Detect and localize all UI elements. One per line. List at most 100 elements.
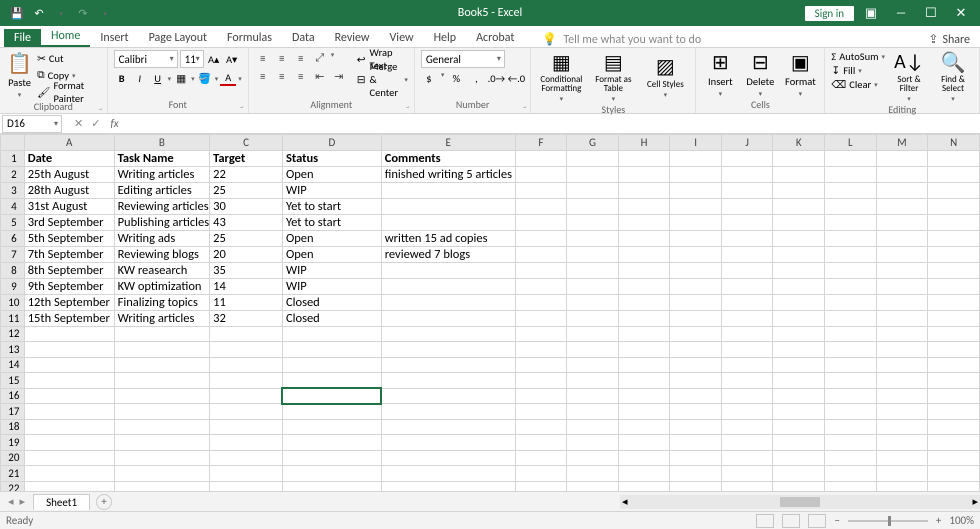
cell-E6[interactable]: written 15 ad copies <box>381 230 515 246</box>
cell-L2[interactable] <box>825 166 877 182</box>
cell-B4[interactable]: Reviewing articles <box>114 198 210 214</box>
cell-I7[interactable] <box>670 246 722 262</box>
cell-K8[interactable] <box>773 262 825 278</box>
paste-button[interactable]: 📋 Paste ▾ <box>6 50 33 100</box>
cell-M16[interactable] <box>876 388 928 404</box>
cell-H4[interactable] <box>618 198 670 214</box>
new-sheet-button[interactable]: + <box>96 494 112 510</box>
select-all-corner[interactable] <box>1 135 25 151</box>
cell-M20[interactable] <box>876 450 928 466</box>
cell-C17[interactable] <box>210 404 283 420</box>
percent-icon[interactable]: % <box>448 70 464 86</box>
cell-J4[interactable] <box>721 198 773 214</box>
cell-C9[interactable]: 14 <box>210 278 283 294</box>
cell-J21[interactable] <box>721 466 773 482</box>
autosum-button[interactable]: ΣAutoSum▾ <box>831 50 885 63</box>
cell-I10[interactable] <box>670 294 722 310</box>
cell-A20[interactable] <box>24 450 114 466</box>
cell-J9[interactable] <box>721 278 773 294</box>
cell-B12[interactable] <box>114 326 210 342</box>
tab-page-layout[interactable]: Page Layout <box>139 29 217 47</box>
cell-C20[interactable] <box>210 450 283 466</box>
cell-E18[interactable] <box>381 419 515 435</box>
cell-G18[interactable] <box>567 419 619 435</box>
cell-E7[interactable]: reviewed 7 blogs <box>381 246 515 262</box>
cell-K22[interactable] <box>773 481 825 491</box>
decrease-decimal-icon[interactable]: ←.0 <box>508 70 524 86</box>
cell-A16[interactable] <box>24 388 114 404</box>
clear-button[interactable]: ⌫Clear▾ <box>831 78 885 91</box>
cell-F17[interactable] <box>515 404 567 420</box>
cell-B21[interactable] <box>114 466 210 482</box>
cell-H7[interactable] <box>618 246 670 262</box>
cell-L22[interactable] <box>825 481 877 491</box>
cell-I4[interactable] <box>670 198 722 214</box>
tab-acrobat[interactable]: Acrobat <box>466 29 524 47</box>
cell-D18[interactable] <box>282 419 381 435</box>
row-header-1[interactable]: 1 <box>1 150 25 166</box>
cell-N3[interactable] <box>928 182 980 198</box>
redo-icon[interactable]: ↷ <box>76 6 90 20</box>
cell-F5[interactable] <box>515 214 567 230</box>
cell-F16[interactable] <box>515 388 567 404</box>
cell-N17[interactable] <box>928 404 980 420</box>
cell-C8[interactable]: 35 <box>210 262 283 278</box>
col-header-H[interactable]: H <box>618 135 670 151</box>
cell-A5[interactable]: 3rd September <box>24 214 114 230</box>
cell-K12[interactable] <box>773 326 825 342</box>
col-header-A[interactable]: A <box>24 135 114 151</box>
underline-button[interactable]: U <box>150 70 166 86</box>
cell-L16[interactable] <box>825 388 877 404</box>
row-header-11[interactable]: 11 <box>1 310 25 326</box>
cell-F8[interactable] <box>515 262 567 278</box>
cell-B9[interactable]: KW optimization <box>114 278 210 294</box>
sheet-next-icon[interactable]: ▸ <box>20 495 26 508</box>
delete-cells-button[interactable]: ⊟Delete▾ <box>742 50 778 98</box>
cell-C21[interactable] <box>210 466 283 482</box>
row-header-7[interactable]: 7 <box>1 246 25 262</box>
cell-H5[interactable] <box>618 214 670 230</box>
cell-G14[interactable] <box>567 357 619 373</box>
cell-D5[interactable]: Yet to start <box>282 214 381 230</box>
cell-B6[interactable]: Writing ads <box>114 230 210 246</box>
save-icon[interactable]: 💾 <box>10 6 24 20</box>
cell-J8[interactable] <box>721 262 773 278</box>
cell-N2[interactable] <box>928 166 980 182</box>
cell-D7[interactable]: Open <box>282 246 381 262</box>
cell-H15[interactable] <box>618 373 670 389</box>
cell-I5[interactable] <box>670 214 722 230</box>
cell-B7[interactable]: Reviewing blogs <box>114 246 210 262</box>
cell-E2[interactable]: finished writing 5 articles <box>381 166 515 182</box>
cell-A9[interactable]: 9th September <box>24 278 114 294</box>
qat-customize-icon[interactable]: ▾ <box>98 6 112 20</box>
cell-E21[interactable] <box>381 466 515 482</box>
cell-F11[interactable] <box>515 310 567 326</box>
cell-C11[interactable]: 32 <box>210 310 283 326</box>
cell-E13[interactable] <box>381 342 515 358</box>
cell-B17[interactable] <box>114 404 210 420</box>
cell-F21[interactable] <box>515 466 567 482</box>
cell-I17[interactable] <box>670 404 722 420</box>
cell-E4[interactable] <box>381 198 515 214</box>
maximize-icon[interactable]: ☐ <box>918 3 944 23</box>
cell-D21[interactable] <box>282 466 381 482</box>
cell-L20[interactable] <box>825 450 877 466</box>
cell-K15[interactable] <box>773 373 825 389</box>
cell-G12[interactable] <box>567 326 619 342</box>
col-header-E[interactable]: E <box>381 135 515 151</box>
col-header-C[interactable]: C <box>210 135 283 151</box>
row-header-14[interactable]: 14 <box>1 357 25 373</box>
cell-D16[interactable] <box>282 388 381 404</box>
format-as-table-button[interactable]: ▤Format as Table▾ <box>589 50 637 103</box>
cell-C14[interactable] <box>210 357 283 373</box>
cell-C13[interactable] <box>210 342 283 358</box>
cell-E16[interactable] <box>381 388 515 404</box>
cell-L21[interactable] <box>825 466 877 482</box>
fill-button[interactable]: ↧Fill▾ <box>831 64 885 77</box>
cell-J17[interactable] <box>721 404 773 420</box>
cell-H9[interactable] <box>618 278 670 294</box>
cell-D15[interactable] <box>282 373 381 389</box>
cell-J7[interactable] <box>721 246 773 262</box>
cell-K19[interactable] <box>773 435 825 451</box>
cell-K14[interactable] <box>773 357 825 373</box>
